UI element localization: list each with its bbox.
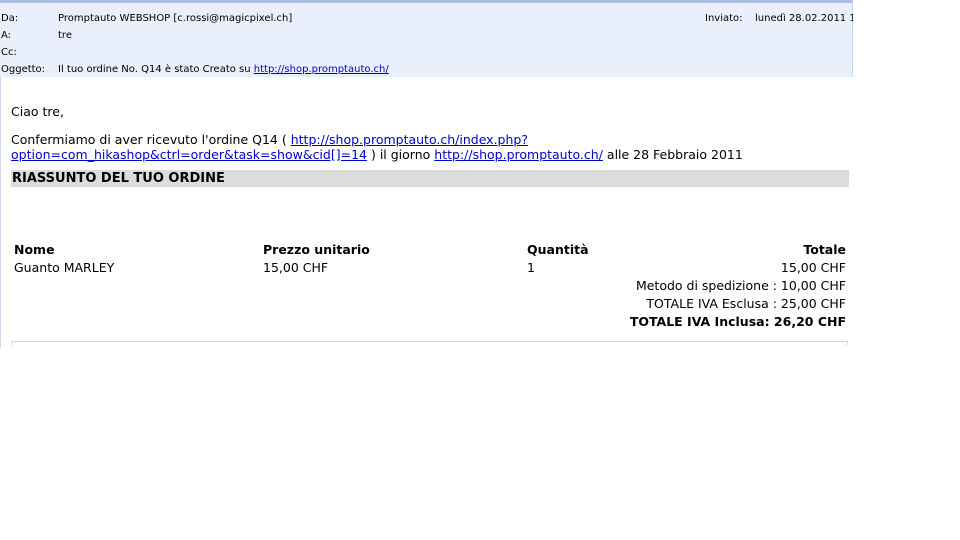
confirm-middle: ) il giorno bbox=[370, 147, 431, 162]
table-cell-total: 15,00 CHF bbox=[780, 260, 846, 275]
subject-text: Il tuo ordine No. Q14 è stato Creato su bbox=[58, 64, 251, 75]
table-cell-quantity: 1 bbox=[527, 260, 535, 275]
greeting: Ciao tre, bbox=[11, 104, 64, 119]
cc-label: Cc: bbox=[1, 47, 17, 58]
shipping-cost: Metodo di spedizione : 10,00 CHF bbox=[635, 278, 846, 293]
order-link-part1[interactable]: http://shop.promptauto.ch/index.php? bbox=[291, 132, 528, 147]
from-value[interactable]: Promptauto WEBSHOP [c.rossi@magicpixel.c… bbox=[58, 11, 292, 26]
subject-label: Oggetto: bbox=[1, 64, 46, 75]
confirm-prefix: Confermiamo di aver ricevuto l'ordine Q1… bbox=[11, 132, 287, 147]
from-label: Da: bbox=[1, 13, 19, 24]
total-excl-vat: TOTALE IVA Esclusa : 25,00 CHF bbox=[646, 296, 846, 311]
sent-value: lunedì 28.02.2011 1 bbox=[755, 13, 853, 24]
table-divider bbox=[11, 341, 848, 345]
col-header-total: Totale bbox=[803, 242, 846, 257]
confirm-line-1: Confermiamo di aver ricevuto l'ordine Q1… bbox=[11, 132, 528, 147]
total-incl-vat: TOTALE IVA Inclusa: 26,20 CHF bbox=[629, 314, 846, 329]
col-header-quantity: Quantità bbox=[527, 242, 589, 257]
to-value[interactable]: tre bbox=[58, 28, 72, 43]
subject-value: Il tuo ordine No. Q14 è stato Creato su … bbox=[58, 62, 389, 77]
order-summary-title: RIASSUNTO DEL TUO ORDINE bbox=[11, 170, 849, 187]
shop-link[interactable]: http://shop.promptauto.ch/ bbox=[434, 147, 603, 162]
col-header-unit-price: Prezzo unitario bbox=[263, 242, 370, 257]
to-label: A: bbox=[1, 30, 12, 41]
confirm-suffix: alle 28 Febbraio 2011 bbox=[606, 147, 743, 162]
table-cell-unit-price: 15,00 CHF bbox=[263, 260, 329, 275]
col-header-name: Nome bbox=[14, 242, 55, 257]
table-cell-name: Guanto MARLEY bbox=[14, 260, 115, 275]
sent-label: Inviato: bbox=[705, 13, 743, 24]
subject-link[interactable]: http://shop.promptauto.ch/ bbox=[254, 64, 389, 75]
order-link-part2[interactable]: option=com_hikashop&ctrl=order&task=show… bbox=[11, 147, 367, 162]
email-header: Da: Promptauto WEBSHOP [c.rossi@magicpix… bbox=[0, 0, 853, 77]
confirm-line-2: option=com_hikashop&ctrl=order&task=show… bbox=[11, 147, 743, 162]
message-left-border bbox=[0, 77, 1, 347]
